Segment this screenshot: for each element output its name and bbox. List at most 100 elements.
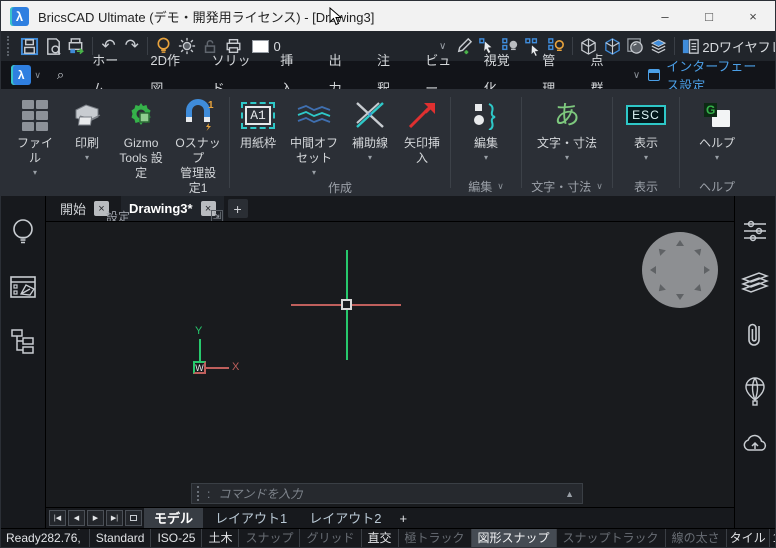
dropdown-caret-icon: ▾ <box>484 153 488 161</box>
status-lineweight[interactable]: 線の太さ <box>665 529 726 548</box>
prev-layout-button[interactable]: ◀ <box>68 510 85 526</box>
right-panel-bar <box>734 196 775 528</box>
command-input[interactable]: コマンドを入力 <box>218 485 302 502</box>
command-bar[interactable]: : コマンドを入力 ▲ <box>191 483 583 504</box>
ribbon-tab-bar: λ ∨ ⌕ ホーム 2D作図 ソリッド 挿入 出力 注釈 ビュー 視覚化 管理 … <box>1 61 775 89</box>
status-ortho[interactable]: 直交 <box>361 529 398 548</box>
layout-list-icon[interactable] <box>125 510 142 526</box>
window-controls: – □ × <box>643 1 775 31</box>
attachments-paperclip-icon[interactable] <box>745 320 765 350</box>
edit-button[interactable]: 編集 ▾ <box>460 95 512 163</box>
command-bar-grip[interactable] <box>197 486 203 501</box>
ucs-origin-icon: W <box>193 361 206 374</box>
status-standard[interactable]: Standard <box>89 529 151 548</box>
minimize-button[interactable]: – <box>643 1 687 31</box>
status-entity-snap[interactable]: 図形スナップ <box>471 529 556 548</box>
wavy-lines-icon <box>296 97 332 133</box>
ucs-y-label: Y <box>195 325 202 337</box>
navigation-wheel[interactable] <box>641 231 719 309</box>
display-button[interactable]: ESC 表示 ▾ <box>620 95 672 163</box>
window-title: BricsCAD Ultimate (デモ・開発用ライセンス) - [Drawi… <box>38 7 374 26</box>
layers-icon[interactable] <box>741 270 769 294</box>
app-menu-button[interactable]: λ <box>11 65 31 85</box>
render-sphere-icon[interactable] <box>624 34 647 58</box>
settings-sliders-icon[interactable] <box>742 218 768 244</box>
status-tile[interactable]: タイル <box>726 529 769 548</box>
toolbar-grip[interactable] <box>7 36 14 56</box>
search-icon[interactable]: ⌕ <box>57 67 64 83</box>
print-button[interactable]: 印刷 ▾ <box>61 95 113 163</box>
status-coordinates: 593.42, 282.76, 0 <box>41 528 89 547</box>
status-iso25[interactable]: ISO-25 <box>150 529 201 548</box>
ribbon-group-create: A1 用紙枠 中間オフセット ▾ 補助線 ▾ <box>232 89 448 196</box>
dropdown-caret-icon: ▾ <box>644 153 648 161</box>
ribbon-panel: ファイル ▾ 印刷 ▾ Gizmo Tools 設定 <box>1 89 775 196</box>
drawing-canvas[interactable]: Y W X <box>46 221 734 507</box>
status-polar-tracking[interactable]: 極トラック <box>398 529 471 548</box>
status-grid[interactable]: グリッド <box>299 529 360 548</box>
document-area: 開始 × Drawing3* × + Y W X <box>46 196 734 528</box>
tab-overflow-chevron-icon[interactable]: ∨ <box>625 70 648 81</box>
mouse-cursor-icon <box>329 7 342 26</box>
group-footer-textdim[interactable]: 文字・寸法 ∨ <box>524 176 610 196</box>
workspace: 開始 × Drawing3* × + Y W X <box>1 196 775 528</box>
paper-frame-button[interactable]: A1 用紙枠 <box>232 95 284 163</box>
dropdown-caret-icon: ▾ <box>715 153 719 161</box>
mid-offset-button[interactable]: 中間オフセット ▾ <box>284 95 344 178</box>
magnet-icon: 1 <box>181 97 215 133</box>
maximize-button[interactable]: □ <box>687 1 731 31</box>
dropdown-caret-icon: ▾ <box>565 153 569 161</box>
tab-model[interactable]: モデル <box>144 508 203 529</box>
text-dim-button[interactable]: あ 文字・寸法 ▾ <box>531 95 603 163</box>
insert-arrow-button[interactable]: 矢印挿入 <box>396 95 448 178</box>
titlebar: λ BricsCAD Ultimate (デモ・開発用ライセンス) - [Dra… <box>1 1 775 31</box>
help-panel-icon: G <box>704 103 730 127</box>
gear-icon <box>125 97 157 133</box>
status-snap-tracking[interactable]: スナップトラック <box>556 529 665 548</box>
ribbon-group-display: ESC 表示 ▾ 表示 <box>615 89 677 196</box>
tab-layout2[interactable]: レイアウト2 <box>299 508 391 529</box>
status-snap[interactable]: スナップ <box>238 529 299 548</box>
dropdown-caret-icon: ▾ <box>85 153 89 161</box>
next-layout-button[interactable]: ▶ <box>87 510 104 526</box>
structure-tree-icon[interactable] <box>9 328 37 354</box>
add-layout-button[interactable]: + <box>393 511 413 526</box>
crossing-lines-icon <box>354 97 386 133</box>
help-button[interactable]: G ヘルプ ▾ <box>691 95 743 163</box>
drawing-explorer-icon[interactable] <box>9 274 37 302</box>
file-button[interactable]: ファイル ▾ <box>9 95 61 178</box>
bricscad-window: λ BricsCAD Ultimate (デモ・開発用ライセンス) - [Dra… <box>0 0 776 548</box>
save-icon[interactable] <box>18 34 41 58</box>
status-doboku[interactable]: 土木 <box>201 529 238 548</box>
ucs-x-label: X <box>232 361 239 373</box>
tab-layout1[interactable]: レイアウト1 <box>205 508 297 529</box>
toolbar-separator <box>674 37 675 55</box>
app-menu-chevron-icon: ∨ <box>34 70 41 81</box>
a1-frame-icon: A1 <box>245 97 271 133</box>
osnap-settings-button[interactable]: 1 Oスナップ 管理設定1 ▾ <box>169 95 227 208</box>
file-grid-icon <box>22 97 48 133</box>
hot-air-balloon-icon[interactable] <box>743 376 767 406</box>
ribbon-group-edit: 編集 ▾ 編集 ∨ <box>453 89 519 196</box>
chevron-down-icon: ∨ <box>497 181 504 192</box>
crosshair-pickbox <box>341 299 352 310</box>
last-layout-button[interactable]: ▶| <box>106 510 123 526</box>
new-tab-button[interactable]: + <box>228 199 248 218</box>
group-footer-display: 表示 <box>615 176 677 196</box>
status-scale[interactable]: 1:1 <box>769 529 775 548</box>
ucs-x-axis <box>206 367 229 369</box>
cloud-upload-icon[interactable] <box>741 432 769 454</box>
first-layout-button[interactable]: |◀ <box>49 510 66 526</box>
gizmo-tools-settings-button[interactable]: Gizmo Tools 設定 <box>113 95 169 193</box>
group-separator <box>521 97 522 188</box>
print-preview-icon[interactable] <box>42 34 65 58</box>
dropdown-caret-icon: ▾ <box>368 153 372 161</box>
properties-panel-icon[interactable] <box>679 34 702 58</box>
layered-cube-icon[interactable] <box>647 34 670 58</box>
close-button[interactable]: × <box>731 1 775 31</box>
red-arrow-icon <box>406 97 438 133</box>
construction-line-button[interactable]: 補助線 ▾ <box>344 95 396 163</box>
group-footer-edit[interactable]: 編集 ∨ <box>453 176 519 196</box>
view-style-value[interactable]: 2Dワイヤフレ <box>702 37 775 56</box>
collapse-arrow-icon[interactable]: ▲ <box>565 489 574 499</box>
